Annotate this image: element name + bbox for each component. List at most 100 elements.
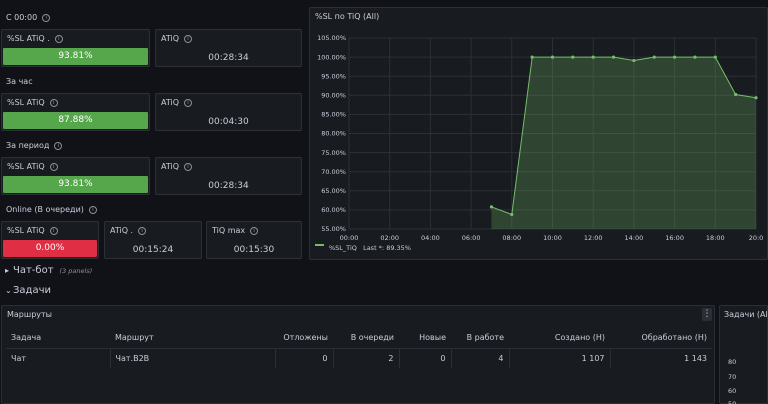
stat-panel-sl-online: %SL ATiQ i 0.00% (1, 221, 99, 259)
column-header-processed[interactable]: Обработано (Н) (610, 328, 712, 348)
column-header-new[interactable]: Новые (399, 328, 451, 348)
stat-panel-atiq-since-midnight: ATiQ i 00:28:34 (155, 29, 302, 67)
stat-panel-atiq-online: ATiQ .i 00:15:24 (104, 221, 202, 259)
data-point (530, 55, 534, 59)
column-header-route[interactable]: Маршрут (110, 328, 275, 348)
stat-value: 00:04:30 (208, 117, 249, 127)
x-tick-label: 14:00 (625, 234, 644, 242)
data-point (591, 55, 595, 59)
data-point (489, 205, 494, 209)
y-tick-label: 95.00% (321, 72, 346, 80)
stat-value: 93.81% (3, 176, 148, 193)
info-icon[interactable]: i (250, 226, 259, 235)
column-header-in-progress[interactable]: В работе (451, 328, 509, 348)
data-point (611, 55, 616, 59)
y-tick-label: 60 (728, 387, 737, 395)
y-tick-label: 100.00% (317, 53, 346, 61)
legend-swatch (315, 244, 324, 246)
stat-panel-atiq-per-period: ATiQ i 00:28:34 (155, 157, 302, 195)
cell-created: 1 107 (508, 347, 610, 368)
info-icon[interactable]: i (184, 34, 193, 43)
y-tick-label: 60.00% (321, 206, 346, 214)
cell-route: Чат.B2B (109, 347, 275, 368)
data-point (713, 55, 717, 59)
cell-in-queue: 2 (332, 347, 399, 368)
info-icon[interactable]: i (54, 141, 63, 150)
table-row[interactable]: Чат Чат.B2B 0 2 0 4 1 107 1 143 (6, 347, 712, 368)
data-point (673, 55, 677, 59)
stat-value: 93.81% (3, 48, 148, 65)
cell-task: Чат (6, 347, 110, 368)
chevron-right-icon: ▸ (5, 266, 10, 275)
data-point (632, 58, 636, 63)
info-icon[interactable]: i (49, 226, 58, 235)
column-header-created[interactable]: Создано (Н) (509, 328, 610, 348)
y-tick-label: 65.00% (321, 187, 346, 195)
section-title-per-period: За период i (6, 141, 63, 150)
panel-title: Задачи (All (724, 310, 768, 319)
stat-panel-atiq-per-hour: ATiQ i 00:04:30 (155, 93, 302, 131)
x-tick-label: 06:00 (462, 234, 481, 242)
stat-value: 0.00% (3, 240, 97, 257)
stat-value: 00:28:34 (208, 181, 249, 191)
y-tick-label: 55.00% (321, 225, 346, 233)
chart-panel-tasks-partial: Задачи (All 80 70 60 50 (719, 305, 768, 404)
stat-value: 00:15:30 (233, 245, 275, 255)
data-point (510, 212, 514, 217)
y-tick-label: 70.00% (321, 168, 346, 176)
column-header-task[interactable]: Задача (6, 328, 110, 348)
data-point (693, 55, 697, 59)
section-title-online: Online (В очереди) i (6, 205, 97, 214)
sl-chart[interactable]: 55.00% 60.00% 65.00% 70.00% 75.00% 80.00% 85.0… (310, 8, 768, 260)
data-point (652, 55, 656, 59)
stat-value: 00:15:24 (132, 245, 174, 255)
panel-title: Маршруты (7, 310, 52, 319)
info-icon[interactable]: i (49, 162, 58, 171)
column-header-in-queue[interactable]: В очереди (333, 328, 399, 348)
y-tick-label: 70 (728, 373, 737, 381)
info-icon[interactable]: i (49, 98, 58, 107)
cell-processed: 1 143 (609, 347, 712, 368)
x-tick-label: 08:00 (502, 234, 521, 242)
series-area (491, 57, 756, 229)
stat-panel-sl-per-period: %SL ATiQ i 93.81% (1, 157, 150, 195)
routes-table: Задача Маршрут Отложены В очереди Новые … (6, 328, 712, 368)
info-icon[interactable]: i (184, 98, 193, 107)
chevron-down-icon: ⌄ (5, 286, 12, 295)
info-icon[interactable]: i (138, 226, 147, 235)
row-header-tasks[interactable]: ⌄Задачи (5, 285, 51, 296)
y-tick-label: 80.00% (321, 130, 346, 138)
panel-menu-button[interactable]: ⋮ (702, 308, 712, 321)
x-tick-label: 02:00 (380, 234, 399, 242)
legend-item[interactable]: %SL_TiQ Last *: 89.35% (329, 244, 411, 252)
stat-value: 00:28:34 (208, 53, 249, 63)
info-icon[interactable]: i (88, 205, 97, 214)
y-tick-label: 75.00% (321, 149, 346, 157)
y-tick-label: 85.00% (321, 111, 346, 119)
info-icon[interactable]: i (184, 162, 193, 171)
stat-panel-tiq-max-online: TiQ max i 00:15:30 (206, 221, 302, 259)
stat-panel-sl-per-hour: %SL ATiQ i 87.88% (1, 93, 150, 131)
table-panel-routes: Маршруты ⋮ Задача Маршрут Отложены В оче… (1, 305, 715, 404)
chart-panel-sl-by-tiq: %SL по TiQ (All) 55.00% 60.00% 65.00% 70.00… (309, 7, 768, 260)
info-icon[interactable]: i (54, 34, 63, 43)
data-point (754, 96, 758, 100)
x-tick-label: 20:0 (749, 234, 764, 242)
table-header-row: Задача Маршрут Отложены В очереди Новые … (6, 328, 712, 348)
stat-panel-sl-since-midnight: %SL ATiQ .i 93.81% (1, 29, 150, 67)
cell-new: 0 (398, 347, 451, 368)
data-point (571, 55, 575, 59)
y-tick-label: 80 (728, 358, 737, 366)
y-tick-label: 90.00% (321, 92, 346, 100)
cell-in-progress: 4 (450, 347, 509, 368)
info-icon[interactable]: i (42, 13, 51, 22)
data-point (550, 55, 555, 59)
x-tick-label: 10:00 (543, 234, 562, 242)
data-point (734, 92, 738, 97)
section-title-since-midnight: С 00:00 i (6, 13, 51, 22)
row-header-chatbot[interactable]: ▸ Чат-бот (3 panels) (5, 265, 92, 276)
y-tick-label: 105.00% (317, 34, 346, 42)
stat-value: 87.88% (3, 112, 148, 129)
column-header-deferred[interactable]: Отложены (275, 328, 333, 348)
x-tick-label: 04:00 (421, 234, 440, 242)
